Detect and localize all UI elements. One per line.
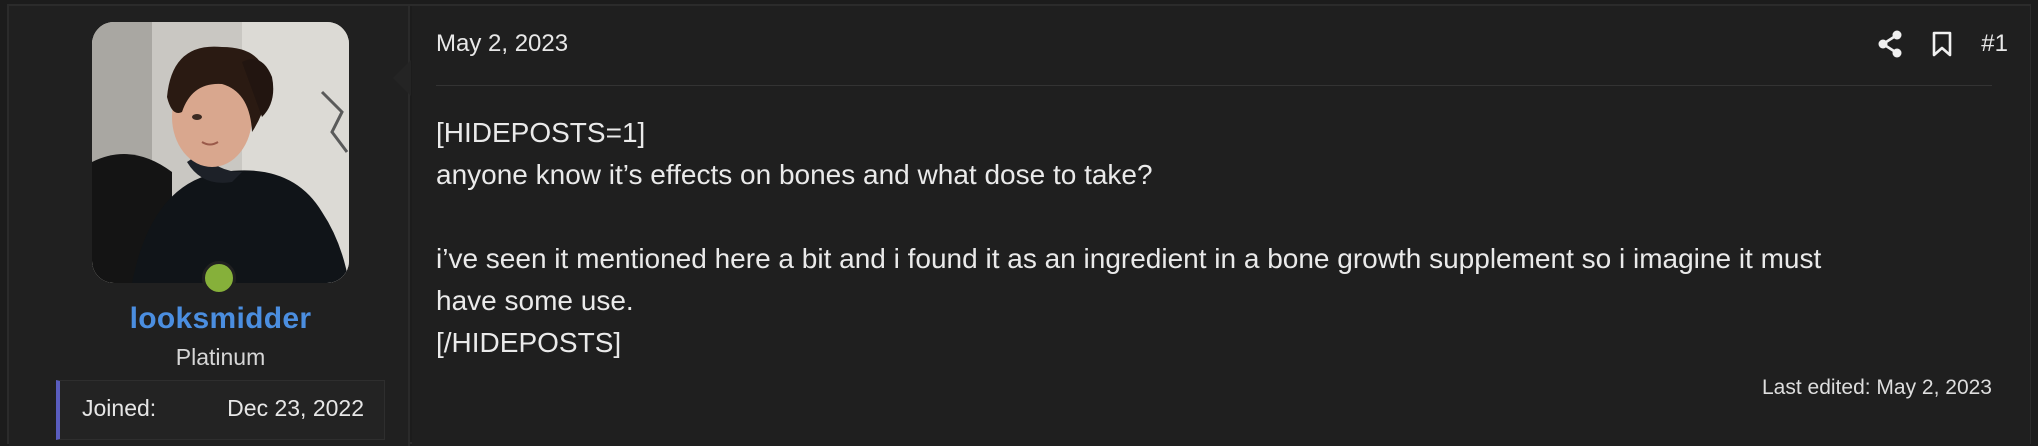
joined-value: Dec 23, 2022 — [227, 395, 364, 421]
post-number-link[interactable]: #1 — [1981, 30, 2008, 58]
joined-label: Joined: — [82, 395, 157, 421]
username-link[interactable]: looksmidder — [0, 302, 441, 336]
message-line: [/HIDEPOSTS] — [436, 327, 622, 358]
user-title: Platinum — [175, 344, 266, 370]
post-actions: #1 — [1877, 26, 2008, 62]
message-arrow — [393, 60, 411, 96]
message-line: anyone know it’s effects on bones and wh… — [436, 159, 1153, 190]
avatar[interactable] — [92, 22, 349, 283]
post-date-link[interactable]: May 2, 2023 — [436, 30, 568, 58]
message-line: i’ve seen it mentioned here a bit and i … — [436, 243, 1822, 274]
online-status-indicator — [202, 261, 236, 295]
message-line: [HIDEPOSTS=1] — [436, 117, 646, 148]
share-icon[interactable] — [1877, 30, 1903, 58]
user-extras: Joined: Dec 23, 2022 — [56, 380, 385, 440]
bookmark-icon[interactable] — [1931, 31, 1953, 57]
header-divider — [436, 85, 1992, 86]
forum-post: looksmidder Platinum Joined: Dec 23, 202… — [0, 0, 2038, 446]
message-line: have some use. — [436, 285, 634, 316]
post-message: [HIDEPOSTS=1] anyone know it’s effects o… — [436, 112, 1996, 364]
last-edited-note: Last edited: May 2, 2023 — [1762, 376, 1992, 399]
